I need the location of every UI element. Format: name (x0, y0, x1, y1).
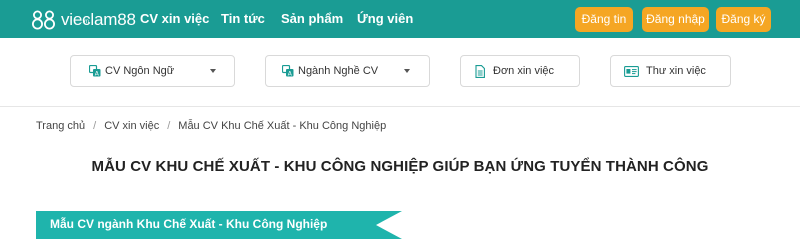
id-card-icon (624, 66, 639, 77)
application-letter-label: Đơn xin việc (493, 65, 555, 77)
logo-icon (32, 10, 55, 30)
language-dropdown[interactable]: A CV Ngôn Ngữ (70, 55, 235, 87)
document-icon (475, 65, 485, 78)
cover-letter-label: Thư xin việc (646, 65, 706, 77)
nav-tin-tuc[interactable]: Tin tức (221, 0, 265, 38)
industry-dropdown[interactable]: A Ngành Nghề CV (265, 55, 430, 87)
industry-icon: A (282, 65, 294, 77)
cover-letter-button[interactable]: Thư xin việc (610, 55, 731, 87)
page-title: MẪU CV KHU CHẾ XUẤT - KHU CÔNG NGHIỆP GI… (91, 158, 709, 175)
top-header: vieclam88 .vn CV xin việc Tin tức Sản ph… (0, 0, 800, 38)
post-job-button[interactable]: Đăng tin (575, 7, 633, 32)
login-button[interactable]: Đăng nhập (642, 7, 709, 32)
logo-text: vieclam88 (61, 10, 136, 29)
chevron-down-icon (210, 69, 216, 73)
language-dropdown-label: CV Ngôn Ngữ (105, 65, 175, 77)
breadcrumb-separator: / (93, 120, 97, 132)
breadcrumb-separator: / (167, 120, 171, 132)
breadcrumb: Trang chủ / CV xin việc / Mẫu CV Khu Chế Xuấ… (36, 120, 386, 132)
logo-domain: .vn (81, 19, 90, 25)
register-button[interactable]: Đăng ký (716, 7, 771, 32)
industry-dropdown-label: Ngành Nghề CV (298, 65, 379, 77)
nav-cv-xin-viec[interactable]: CV xin việc (140, 0, 209, 38)
chevron-down-icon (404, 69, 410, 73)
section-ribbon: Mẫu CV ngành Khu Chế Xuất - Khu Công Ngh… (36, 211, 402, 239)
breadcrumb-cv[interactable]: CV xin việc (104, 120, 159, 132)
application-letter-button[interactable]: Đơn xin việc (460, 55, 580, 87)
nav-ung-vien[interactable]: Ứng viên (357, 0, 413, 38)
nav-san-pham[interactable]: Sản phẩm (281, 0, 343, 38)
language-icon: A (89, 65, 101, 77)
breadcrumb-current: Mẫu CV Khu Chế Xuất - Khu Công Nghiệp (178, 120, 387, 132)
section-ribbon-title: Mẫu CV ngành Khu Chế Xuất - Khu Công Ngh… (50, 217, 328, 231)
breadcrumb-home[interactable]: Trang chủ (36, 120, 85, 132)
filter-bar: A CV Ngôn Ngữ A Ngành Nghề CV Đơn xin vi… (0, 38, 800, 107)
